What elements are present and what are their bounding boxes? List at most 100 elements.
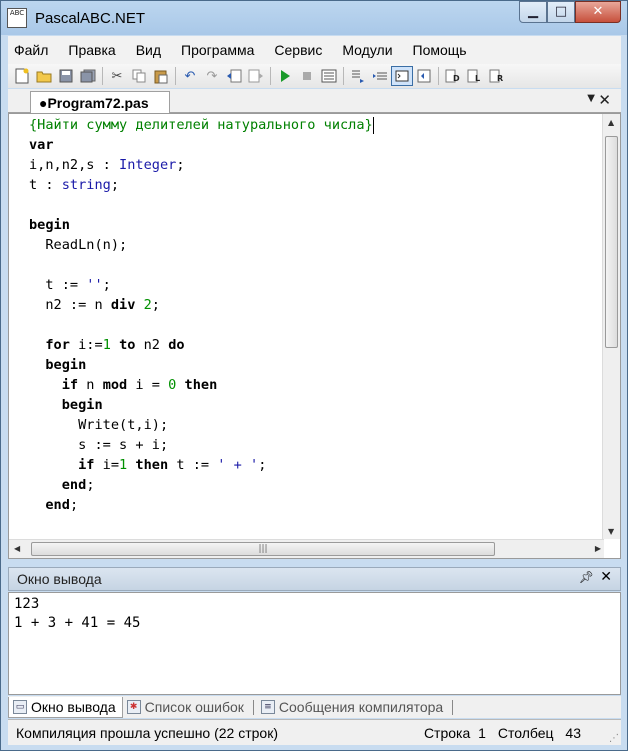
code-line[interactable]: var — [29, 135, 54, 155]
tab-program72[interactable]: ●Program72.pas — [30, 91, 170, 114]
menu-service[interactable]: Сервис — [274, 42, 322, 58]
step-over-icon[interactable] — [369, 66, 391, 86]
scroll-up-icon[interactable]: ▲ — [608, 118, 614, 127]
maximize-button[interactable]: □ — [547, 1, 575, 23]
code-line[interactable]: ReadLn(n); — [29, 235, 127, 255]
code-line[interactable]: {Найти сумму делителей натурального числ… — [29, 115, 374, 135]
code-token: ReadLn(n); — [29, 237, 128, 253]
title-bar[interactable]: ABC PascalABC.NET ▁ □ ✕ — [1, 1, 627, 35]
cut-icon[interactable]: ✂ — [106, 66, 128, 86]
column-label: Столбец — [497, 725, 554, 741]
tab-error-list[interactable]: ✱ Список ошибок — [123, 697, 250, 718]
menu-program[interactable]: Программа — [181, 42, 254, 58]
code-token: ' + ' — [217, 457, 259, 473]
status-bar: Компиляция прошла успешно (22 строк) Стр… — [8, 719, 621, 745]
horizontal-scroll-thumb[interactable]: ||| — [31, 542, 495, 556]
code-line[interactable]: begin — [29, 215, 70, 235]
output-panel[interactable]: 123 1 + 3 + 41 = 45 — [8, 592, 621, 695]
close-button[interactable]: ✕ — [575, 1, 621, 23]
code-line[interactable]: n2 := n div 2; — [29, 295, 160, 315]
code-editor[interactable]: {Найти сумму делителей натурального числ… — [8, 113, 621, 559]
compile-icon[interactable] — [318, 66, 340, 86]
code-line[interactable]: if n mod i = 0 then — [29, 375, 218, 395]
menu-view[interactable]: Вид — [136, 42, 161, 58]
code-token: ; — [176, 157, 185, 173]
code-token: if — [61, 377, 79, 393]
save-icon[interactable] — [55, 66, 77, 86]
menu-file[interactable]: Файл — [14, 42, 48, 58]
code-line[interactable]: end; — [29, 495, 78, 515]
close-tab-icon[interactable]: ✕ — [598, 91, 611, 109]
code-line[interactable]: t : string; — [29, 175, 119, 195]
format-l-icon[interactable]: L — [464, 66, 486, 86]
output-line: 123 — [14, 596, 40, 612]
code-line[interactable]: for i:=1 to n2 do — [29, 335, 184, 355]
code-token: div — [110, 297, 136, 313]
open-folder-icon[interactable] — [33, 66, 55, 86]
paste-icon[interactable] — [150, 66, 172, 86]
tab-compiler-messages[interactable]: ≡ Сообщения компилятора — [257, 697, 449, 718]
navigate-forward-icon[interactable] — [245, 66, 267, 86]
code-token: n — [78, 377, 103, 393]
debug-window-icon[interactable] — [413, 66, 435, 86]
menu-edit[interactable]: Правка — [68, 42, 115, 58]
close-panel-icon[interactable]: ✕ — [600, 569, 612, 585]
code-line[interactable]: begin — [29, 395, 103, 415]
output-window-icon[interactable] — [391, 66, 413, 86]
code-token: then — [184, 377, 218, 393]
code-token: to — [119, 337, 136, 353]
vertical-scroll-thumb[interactable] — [605, 136, 618, 348]
resize-grip-icon[interactable]: ⋰ — [609, 733, 619, 744]
menu-help[interactable]: Помощь — [413, 42, 467, 58]
vertical-scrollbar[interactable]: ▲ ▼ — [602, 114, 620, 539]
undo-icon[interactable]: ↶ — [179, 66, 201, 86]
row-value: 1 — [478, 725, 486, 741]
scroll-left-icon[interactable]: ◀ — [14, 544, 20, 553]
code-token: ; — [110, 177, 120, 193]
toolbar-separator — [438, 67, 439, 85]
code-line[interactable]: t := ''; — [29, 275, 111, 295]
code-token: begin — [29, 217, 70, 233]
code-line[interactable]: s := s + i; — [29, 435, 168, 455]
code-token: 1 — [102, 337, 111, 353]
copy-icon[interactable] — [128, 66, 150, 86]
code-token: ; — [69, 497, 79, 513]
menu-modules[interactable]: Модули — [342, 42, 392, 58]
error-list-icon: ✱ — [126, 700, 141, 714]
tab-list-dropdown-icon[interactable]: ▼ — [587, 93, 595, 104]
code-token: 2 — [143, 297, 152, 313]
minimize-button[interactable]: ▁ — [519, 1, 547, 23]
code-line[interactable]: i,n,n2,s : Integer; — [29, 155, 185, 175]
row-label: Строка — [423, 725, 471, 741]
code-token: t : — [29, 177, 62, 193]
scroll-right-icon[interactable]: ▶ — [595, 544, 601, 553]
code-area[interactable]: {Найти сумму делителей натурального числ… — [9, 114, 598, 539]
code-line[interactable]: Write(t,i); — [29, 415, 168, 435]
step-into-icon[interactable] — [347, 66, 369, 86]
horizontal-scrollbar[interactable]: ◀ ||| ▶ — [9, 539, 604, 558]
redo-icon[interactable]: ↷ — [201, 66, 223, 86]
scroll-down-icon[interactable]: ▼ — [608, 527, 614, 536]
code-token: for — [45, 337, 70, 353]
tab-output-window[interactable]: ▭ Окно вывода — [8, 696, 123, 718]
code-line[interactable]: end; — [29, 475, 95, 495]
code-token: Integer — [119, 157, 177, 173]
run-icon[interactable] — [274, 66, 296, 86]
svg-text:L: L — [475, 74, 480, 83]
save-all-icon[interactable] — [77, 66, 99, 86]
new-file-icon[interactable] — [11, 66, 33, 86]
code-line[interactable]: begin — [29, 355, 86, 375]
format-r-icon[interactable]: R — [486, 66, 508, 86]
pin-icon[interactable]: 📌︎ — [579, 570, 594, 584]
code-token: ; — [258, 457, 267, 473]
stop-icon[interactable] — [296, 66, 318, 86]
navigate-back-icon[interactable] — [223, 66, 245, 86]
code-line[interactable]: if i=1 then t := ' + '; — [29, 455, 266, 475]
format-d-icon[interactable]: D — [442, 66, 464, 86]
